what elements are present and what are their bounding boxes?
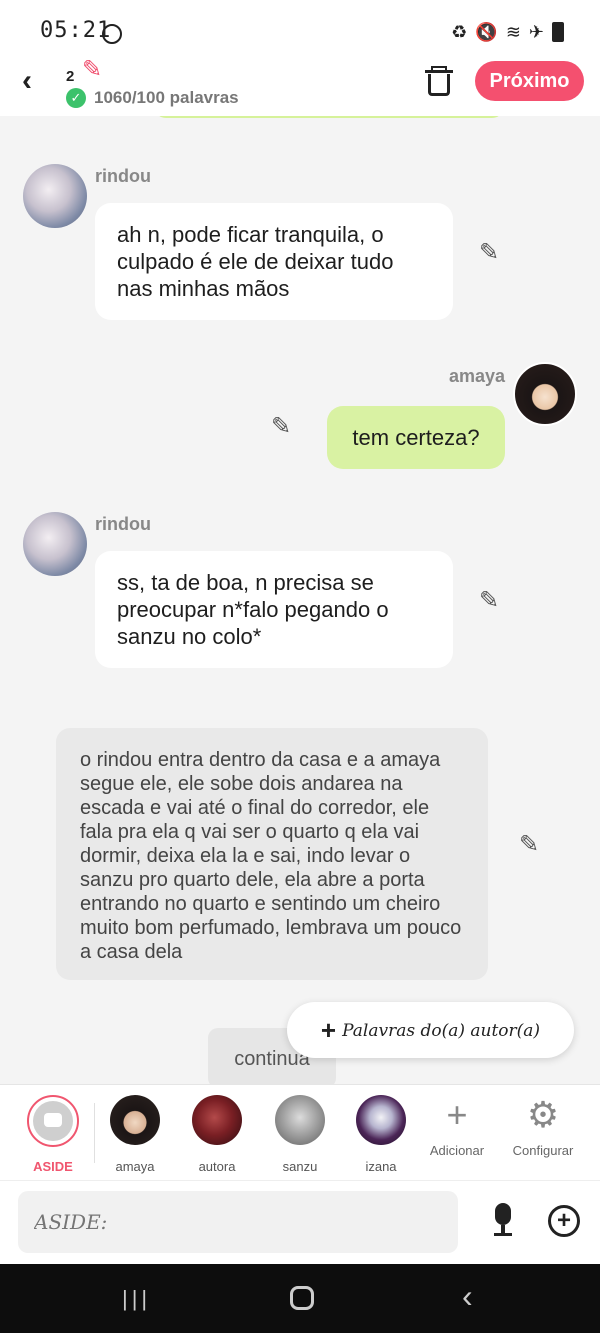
message-input[interactable] [18,1191,458,1253]
character-bar: ASIDE amaya autora sanzu izana + Adicion… [0,1084,600,1180]
recent-apps-icon[interactable]: ||| [122,1286,151,1312]
whatsapp-icon [102,24,122,44]
author-words-label: Palavras do(a) autor(a) [342,1021,541,1041]
add-circle-icon[interactable]: + [548,1205,580,1237]
speaker-name: rindou [95,166,151,186]
back-nav-icon[interactable]: ‹ [462,1280,473,1312]
next-button[interactable]: Próximo [475,61,584,101]
character-autora[interactable]: autora [182,1095,252,1174]
edit-message-icon[interactable]: ✎ [479,238,499,267]
character-aside[interactable]: ASIDE [18,1095,88,1174]
mute-icon: 🔇 [475,22,498,42]
edit-message-icon[interactable]: ✎ [479,586,499,615]
home-icon[interactable] [290,1286,314,1310]
input-bar: + [0,1180,600,1264]
battery-icon [552,22,564,42]
plus-icon: + [446,1094,468,1135]
divider [94,1103,95,1163]
edit-message-icon[interactable]: ✎ [519,830,539,859]
author-words-button[interactable]: + Palavras do(a) autor(a) [287,1002,574,1058]
back-arrow-icon[interactable]: ‹ [22,66,32,96]
avatar [110,1095,160,1145]
character-amaya[interactable]: amaya [100,1095,170,1174]
check-icon: ✓ [66,88,86,108]
speaker-name: amaya [449,366,506,386]
character-label: sanzu [282,1159,318,1174]
previous-message-bubble[interactable] [154,116,504,118]
status-icons: ♻ 🔇 ≋ ✈ [451,22,564,42]
speaker-name: rindou [95,514,151,534]
editor-header: ‹ 2 ✎ ✓ 1060/100 palavras Próximo [0,56,600,116]
add-character-button[interactable]: + Adicionar [412,1094,502,1159]
microphone-icon[interactable] [488,1203,518,1239]
message-icon [33,1101,73,1141]
character-label: autora [198,1159,236,1174]
avatar-rindou[interactable] [23,164,87,228]
avatar [275,1095,325,1145]
aside-selected-ring [27,1095,79,1147]
add-label: Adicionar [429,1143,485,1158]
edit-title-icon[interactable]: ✎ [82,58,102,82]
avatar [356,1095,406,1145]
system-nav-bar: ||| ‹ [0,1264,600,1333]
recycle-icon: ♻ [451,22,468,42]
message-bubble[interactable]: ah n, pode ficar tranquila, o culpado é … [95,203,453,320]
message-bubble[interactable]: ss, ta de boa, n precisa se preocupar n*… [95,551,453,668]
character-label: izana [365,1159,397,1174]
edit-message-icon[interactable]: ✎ [271,412,291,441]
avatar-amaya[interactable] [513,362,577,426]
configure-label: Configurar [512,1143,574,1158]
word-count: 1060/100 palavras [94,88,239,107]
aside-narration-bubble[interactable]: o rindou entra dentro da casa e a amaya … [56,728,488,980]
avatar-rindou[interactable] [23,512,87,576]
gear-icon: ⚙ [526,1094,560,1135]
airplane-icon: ✈ [528,22,544,42]
status-time: 05:21 [40,18,112,43]
message-bubble[interactable]: tem certeza? [327,406,505,469]
character-sanzu[interactable]: sanzu [265,1095,335,1174]
chat-area[interactable]: rindou ah n, pode ficar tranquila, o cul… [0,116,600,1084]
wifi-icon: ≋ [505,22,521,42]
configure-button[interactable]: ⚙ Configurar [498,1094,588,1159]
chapter-number[interactable]: 2 [66,68,74,85]
status-bar: 05:21 ♻ 🔇 ≋ ✈ [0,0,600,64]
character-label: amaya [115,1159,155,1174]
plus-icon: + [320,1015,337,1045]
avatar [192,1095,242,1145]
character-izana[interactable]: izana [346,1095,416,1174]
trash-icon[interactable] [425,66,453,96]
character-label: ASIDE [33,1159,73,1174]
